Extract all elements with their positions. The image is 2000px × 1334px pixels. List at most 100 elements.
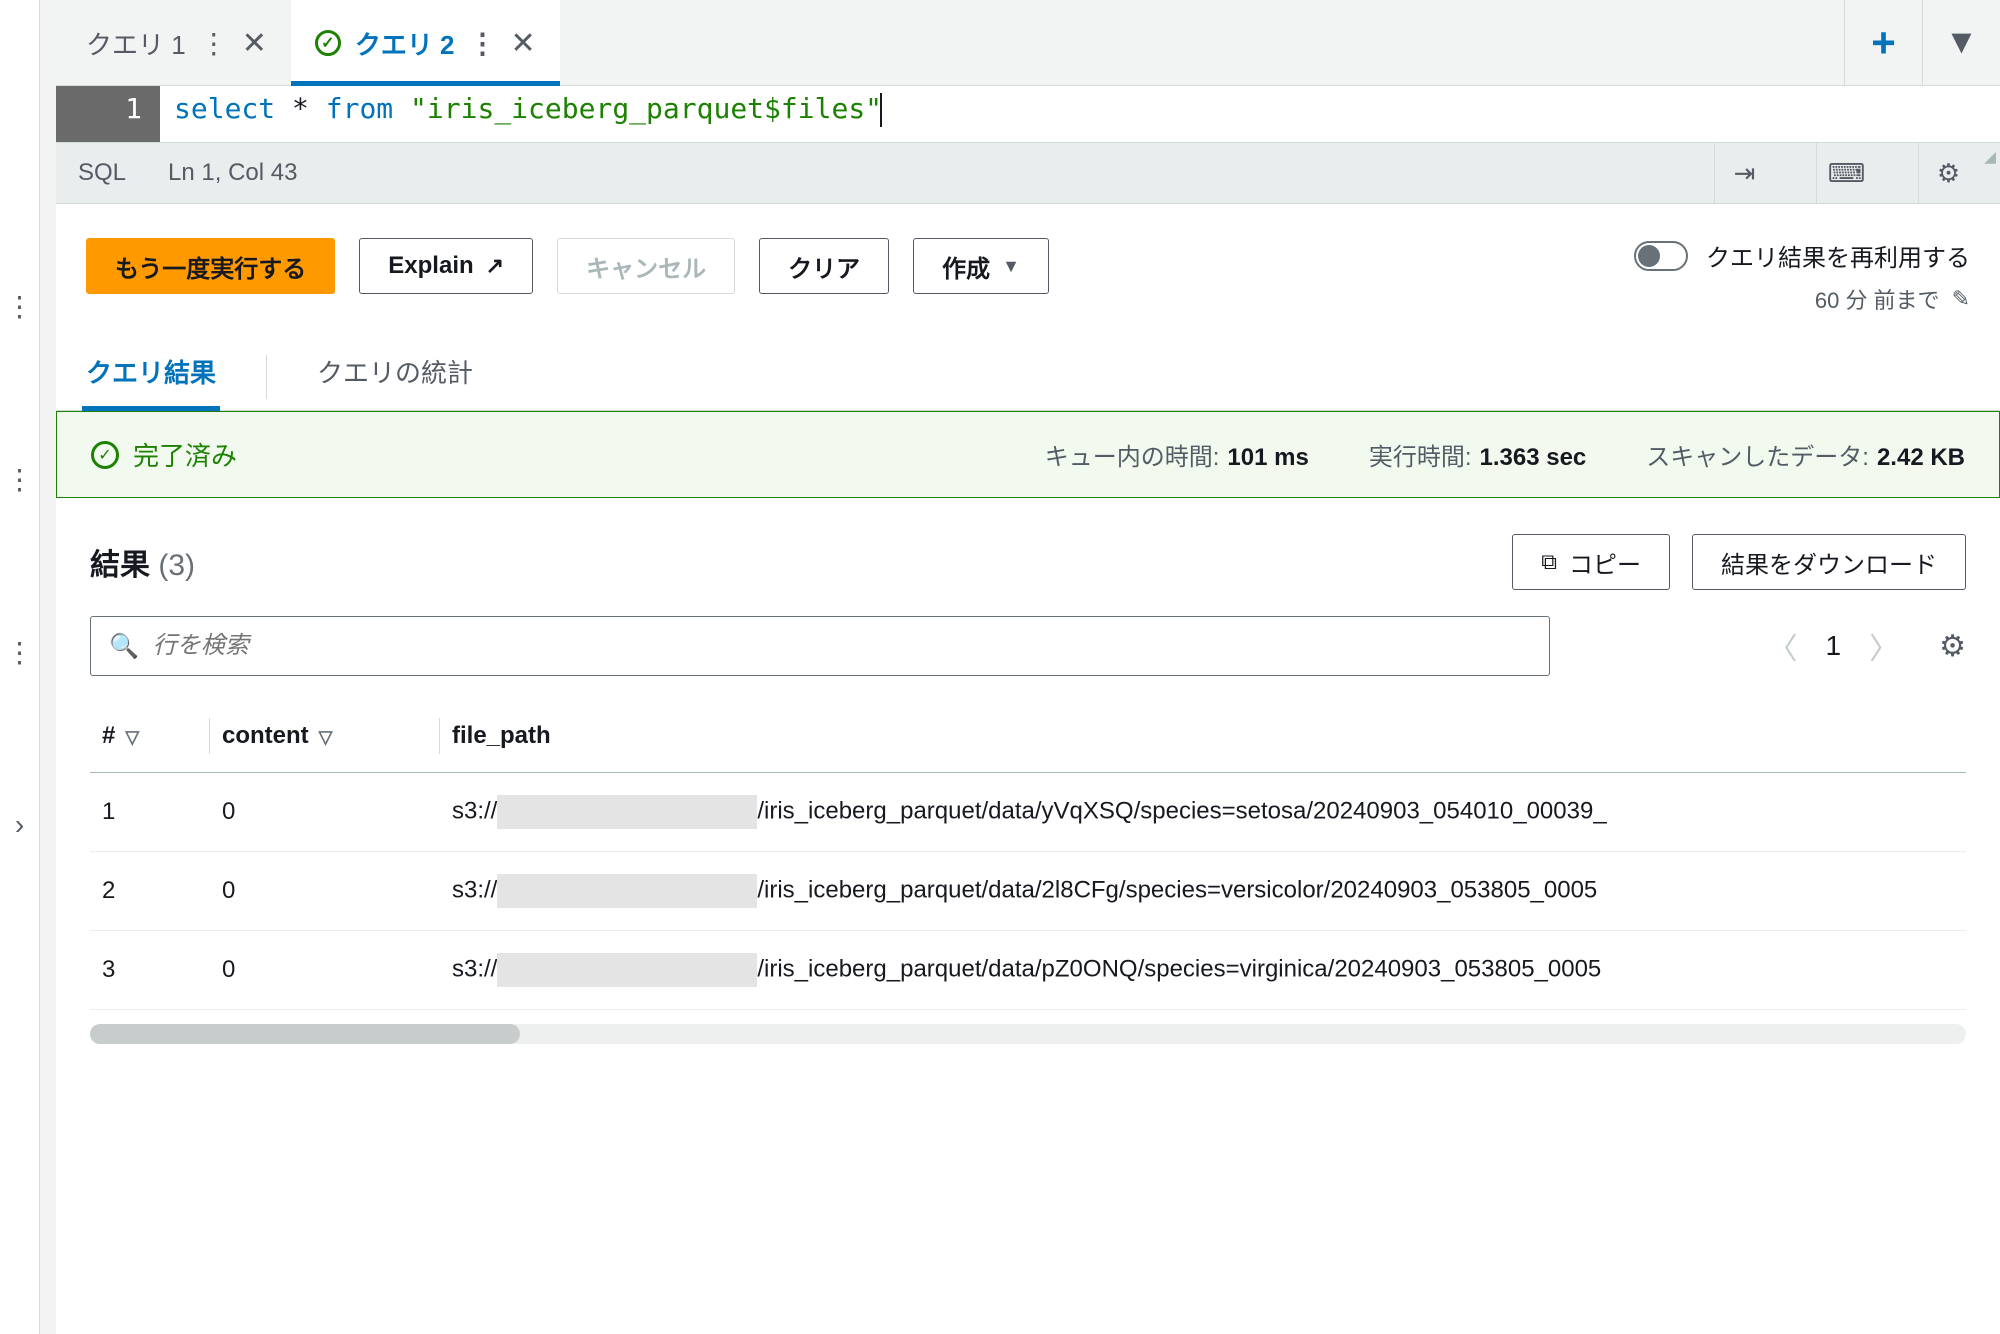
search-pager-row: 🔍 〈 1 〉 ⚙: [56, 604, 2000, 700]
pager: 〈 1 〉: [1768, 624, 1900, 668]
line-number-gutter: 1: [56, 86, 160, 142]
tab-overflow-button[interactable]: ▼: [1922, 0, 2000, 86]
results-count: (3): [158, 549, 195, 582]
results-title-text: 結果: [90, 549, 150, 582]
search-box[interactable]: 🔍: [90, 616, 1550, 676]
code-text: [393, 92, 410, 125]
cell-file-path: s3:///iris_iceberg_parquet/data/yVqXSQ/s…: [440, 773, 1966, 852]
results-header: 結果 (3) ⧉ コピー 結果をダウンロード: [56, 498, 2000, 604]
tab-label: クエリ 2: [355, 25, 455, 62]
page-number: 1: [1826, 630, 1842, 662]
run-time-value: 1.363 sec: [1480, 444, 1587, 471]
run-again-button[interactable]: もう一度実行する: [86, 238, 335, 294]
search-input[interactable]: [153, 632, 1531, 660]
copy-icon: ⧉: [1541, 549, 1557, 575]
scanned-data-value: 2.42 KB: [1877, 444, 1965, 471]
cancel-button: キャンセル: [557, 238, 735, 294]
keyboard-icon[interactable]: ⌨: [1816, 142, 1876, 204]
reuse-results-toggle[interactable]: [1634, 241, 1688, 271]
table-settings-gear-icon[interactable]: ⚙: [1939, 629, 1966, 664]
rail-handle-3[interactable]: ⋮: [6, 636, 34, 669]
query-tab-bar: クエリ 1 ⋮ ✕ ✓ クエリ 2 ⋮ ✕ + ▼: [56, 0, 2000, 86]
tab-menu-icon[interactable]: ⋮: [469, 27, 497, 60]
tab-label: クエリ 1: [86, 25, 186, 62]
cell-index: 2: [90, 852, 210, 931]
settings-gear-icon[interactable]: ⚙: [1918, 142, 1978, 204]
table-row[interactable]: 10s3:///iris_iceberg_parquet/data/yVqXSQ…: [90, 773, 1966, 852]
scanned-data-label: スキャンしたデータ:: [1646, 444, 1869, 471]
text-cursor: [880, 93, 882, 127]
chevron-down-icon: ▼: [1002, 256, 1020, 277]
tab-menu-icon[interactable]: ⋮: [200, 27, 228, 60]
column-header-index[interactable]: #▽: [90, 700, 210, 773]
table-row[interactable]: 30s3:///iris_iceberg_parquet/data/pZ0ONQ…: [90, 931, 1966, 1010]
editor-status-bar: SQL Ln 1, Col 43 ⇥ ⌨ ⚙: [56, 142, 2000, 204]
code-text: *: [275, 92, 326, 125]
download-results-button[interactable]: 結果をダウンロード: [1692, 534, 1966, 590]
table-header-row: #▽ content ▽ file_path: [90, 700, 1966, 773]
external-link-icon: ↗: [486, 253, 504, 279]
col-label: content: [222, 722, 309, 749]
tab-query-results[interactable]: クエリ結果: [86, 353, 216, 410]
cell-index: 1: [90, 773, 210, 852]
next-page-button: 〉: [1869, 624, 1899, 668]
queue-time-label: キュー内の時間:: [1045, 444, 1220, 471]
search-icon: 🔍: [109, 632, 139, 661]
cell-file-path: s3:///iris_iceberg_parquet/data/2l8CFg/s…: [440, 852, 1966, 931]
tab-divider: [266, 355, 267, 399]
action-toolbar: もう一度実行する Explain ↗ キャンセル クリア 作成 ▼ クエリ結果を…: [56, 204, 2000, 335]
clear-button[interactable]: クリア: [759, 238, 889, 294]
new-tab-button[interactable]: +: [1844, 0, 1922, 86]
keyword-from: from: [326, 92, 393, 125]
edit-pencil-icon[interactable]: ✎: [1952, 286, 1970, 312]
reuse-age-text: 60 分 前まで: [1815, 283, 1940, 315]
keyword-select: select: [174, 92, 275, 125]
left-collapsed-rail: ⋮ ⋮ ⋮ ›: [0, 0, 40, 1334]
cell-content: 0: [210, 773, 440, 852]
status-completed: ✓ 完了済み: [91, 436, 237, 473]
run-time-label: 実行時間:: [1369, 444, 1472, 471]
horizontal-scrollbar[interactable]: [90, 1024, 1966, 1044]
cell-content: 0: [210, 852, 440, 931]
success-check-icon: ✓: [315, 30, 341, 56]
table-row[interactable]: 20s3:///iris_iceberg_parquet/data/2l8CFg…: [90, 852, 1966, 931]
prev-page-button: 〈: [1768, 624, 1798, 668]
column-header-file-path[interactable]: file_path: [440, 700, 1966, 773]
results-tab-bar: クエリ結果 クエリの統計: [56, 335, 2000, 411]
reuse-results-label: クエリ結果を再利用する: [1706, 238, 1970, 273]
rail-handle-1[interactable]: ⋮: [6, 290, 34, 323]
tabbar-right-controls: + ▼: [1844, 0, 2000, 85]
create-label: 作成: [942, 249, 990, 284]
close-icon[interactable]: ✕: [511, 26, 536, 61]
sort-icon: ▽: [319, 727, 333, 747]
cell-content: 0: [210, 931, 440, 1010]
col-label: file_path: [452, 722, 551, 749]
copy-button[interactable]: ⧉ コピー: [1512, 534, 1670, 590]
cursor-position: Ln 1, Col 43: [168, 159, 297, 187]
query-tab-1[interactable]: クエリ 1 ⋮ ✕: [62, 0, 291, 85]
cell-index: 3: [90, 931, 210, 1010]
redacted-segment: [497, 874, 757, 908]
sql-editor[interactable]: 1 select * from "iris_iceberg_parquet$fi…: [56, 86, 2000, 142]
redacted-segment: [497, 795, 757, 829]
col-label: #: [102, 722, 115, 749]
create-button[interactable]: 作成 ▼: [913, 238, 1049, 294]
tab-query-stats[interactable]: クエリの統計: [317, 353, 473, 410]
copy-label: コピー: [1569, 545, 1641, 580]
scrollbar-thumb[interactable]: [90, 1024, 520, 1044]
close-icon[interactable]: ✕: [242, 26, 267, 61]
format-icon[interactable]: ⇥: [1714, 142, 1774, 204]
rail-handle-2[interactable]: ⋮: [6, 463, 34, 496]
explain-button[interactable]: Explain ↗: [359, 238, 533, 294]
results-table: #▽ content ▽ file_path 10s3:///iris_icebe…: [90, 700, 1966, 1010]
sql-code-line[interactable]: select * from "iris_iceberg_parquet$file…: [160, 86, 892, 142]
status-text: 完了済み: [133, 436, 237, 473]
results-table-wrap: #▽ content ▽ file_path 10s3:///iris_icebe…: [56, 700, 2000, 1010]
string-literal: "iris_iceberg_parquet$files": [410, 92, 882, 125]
rail-expand-icon[interactable]: ›: [15, 809, 24, 841]
query-metrics: キュー内の時間:101 ms 実行時間:1.363 sec スキャンしたデータ:…: [1045, 437, 1965, 472]
column-header-content[interactable]: content ▽: [210, 700, 440, 773]
query-tab-2[interactable]: ✓ クエリ 2 ⋮ ✕: [291, 0, 560, 85]
resize-handle-icon[interactable]: ◢: [1984, 144, 1996, 168]
completion-banner: ✓ 完了済み キュー内の時間:101 ms 実行時間:1.363 sec スキャ…: [56, 411, 2000, 498]
